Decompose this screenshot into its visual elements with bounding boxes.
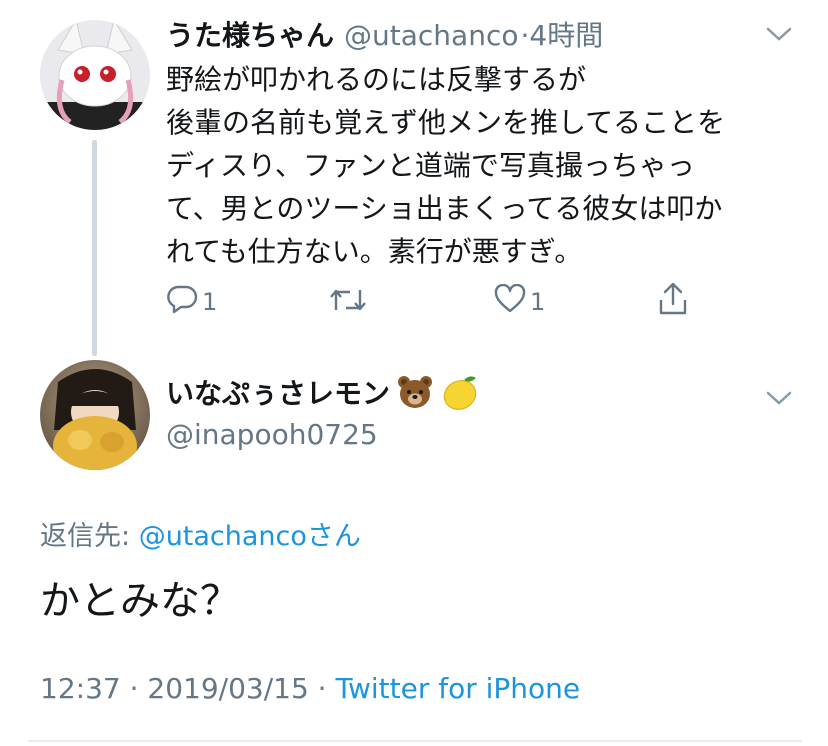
reply-display-name[interactable]: いなぷぅさレモン bbox=[166, 372, 390, 412]
share-icon bbox=[658, 282, 688, 322]
tweet-text-line: れても仕方ない。素行が悪すぎ。 bbox=[166, 235, 583, 268]
tweet-text-line: て、男とのツーショ出まくってる彼女は叩か bbox=[166, 192, 723, 225]
parent-handle[interactable]: @utachanco bbox=[344, 19, 518, 52]
reply-count: 1 bbox=[202, 288, 218, 316]
parent-tweet-header: うた様ちゃん @utachanco · 4時間 bbox=[166, 14, 603, 54]
parent-chevron-down-icon[interactable] bbox=[766, 26, 792, 46]
parent-avatar[interactable] bbox=[40, 20, 150, 130]
like-button[interactable]: 1 bbox=[494, 283, 546, 320]
replying-to: 返信先: @utachancoさん bbox=[40, 514, 361, 553]
retweet-button[interactable] bbox=[330, 286, 370, 320]
like-count: 1 bbox=[530, 288, 546, 316]
header-separator: · bbox=[520, 19, 530, 52]
reply-chevron-down-icon[interactable] bbox=[766, 390, 792, 410]
tweet-timestamp: 12:37 · 2019/03/15 · bbox=[40, 672, 336, 705]
tweet-text-line: 野絵が叩かれるのには反撃するが bbox=[166, 63, 587, 96]
bottom-divider bbox=[28, 740, 802, 742]
retweet-icon bbox=[330, 286, 366, 320]
parent-tweet-text: 野絵が叩かれるのには反撃するが 後輩の名前も覚えず他メンを推してることを ディス… bbox=[166, 58, 786, 273]
thread-connector-line bbox=[92, 140, 97, 356]
parent-display-name[interactable]: うた様ちゃん bbox=[166, 14, 334, 54]
reply-button[interactable]: 1 bbox=[166, 284, 217, 320]
reply-icon bbox=[166, 284, 198, 320]
reply-handle[interactable]: @inapooh0725 bbox=[166, 418, 378, 451]
replying-to-mention[interactable]: @utachanco bbox=[139, 521, 307, 552]
bear-emoji-icon bbox=[396, 373, 434, 411]
parent-time[interactable]: 4時間 bbox=[529, 14, 603, 54]
lemon-emoji-icon bbox=[440, 372, 480, 412]
reply-tweet-text: かとみな？ bbox=[40, 578, 240, 624]
replying-to-suffix: さん bbox=[306, 521, 361, 552]
share-button[interactable] bbox=[658, 282, 688, 322]
tweet-text-line: ディスり、ファンと道端で写真撮っちゃっ bbox=[166, 149, 695, 182]
tweet-text-line: 後輩の名前も覚えず他メンを推してることを bbox=[166, 106, 726, 139]
like-icon bbox=[494, 283, 526, 320]
tweet-source-link[interactable]: Twitter for iPhone bbox=[335, 672, 580, 705]
reply-avatar[interactable] bbox=[40, 360, 150, 470]
reply-tweet-header: いなぷぅさレモン bbox=[166, 372, 480, 412]
replying-to-label: 返信先: bbox=[40, 521, 139, 552]
tweet-meta: 12:37 · 2019/03/15 · Twitter for iPhone bbox=[40, 672, 580, 705]
